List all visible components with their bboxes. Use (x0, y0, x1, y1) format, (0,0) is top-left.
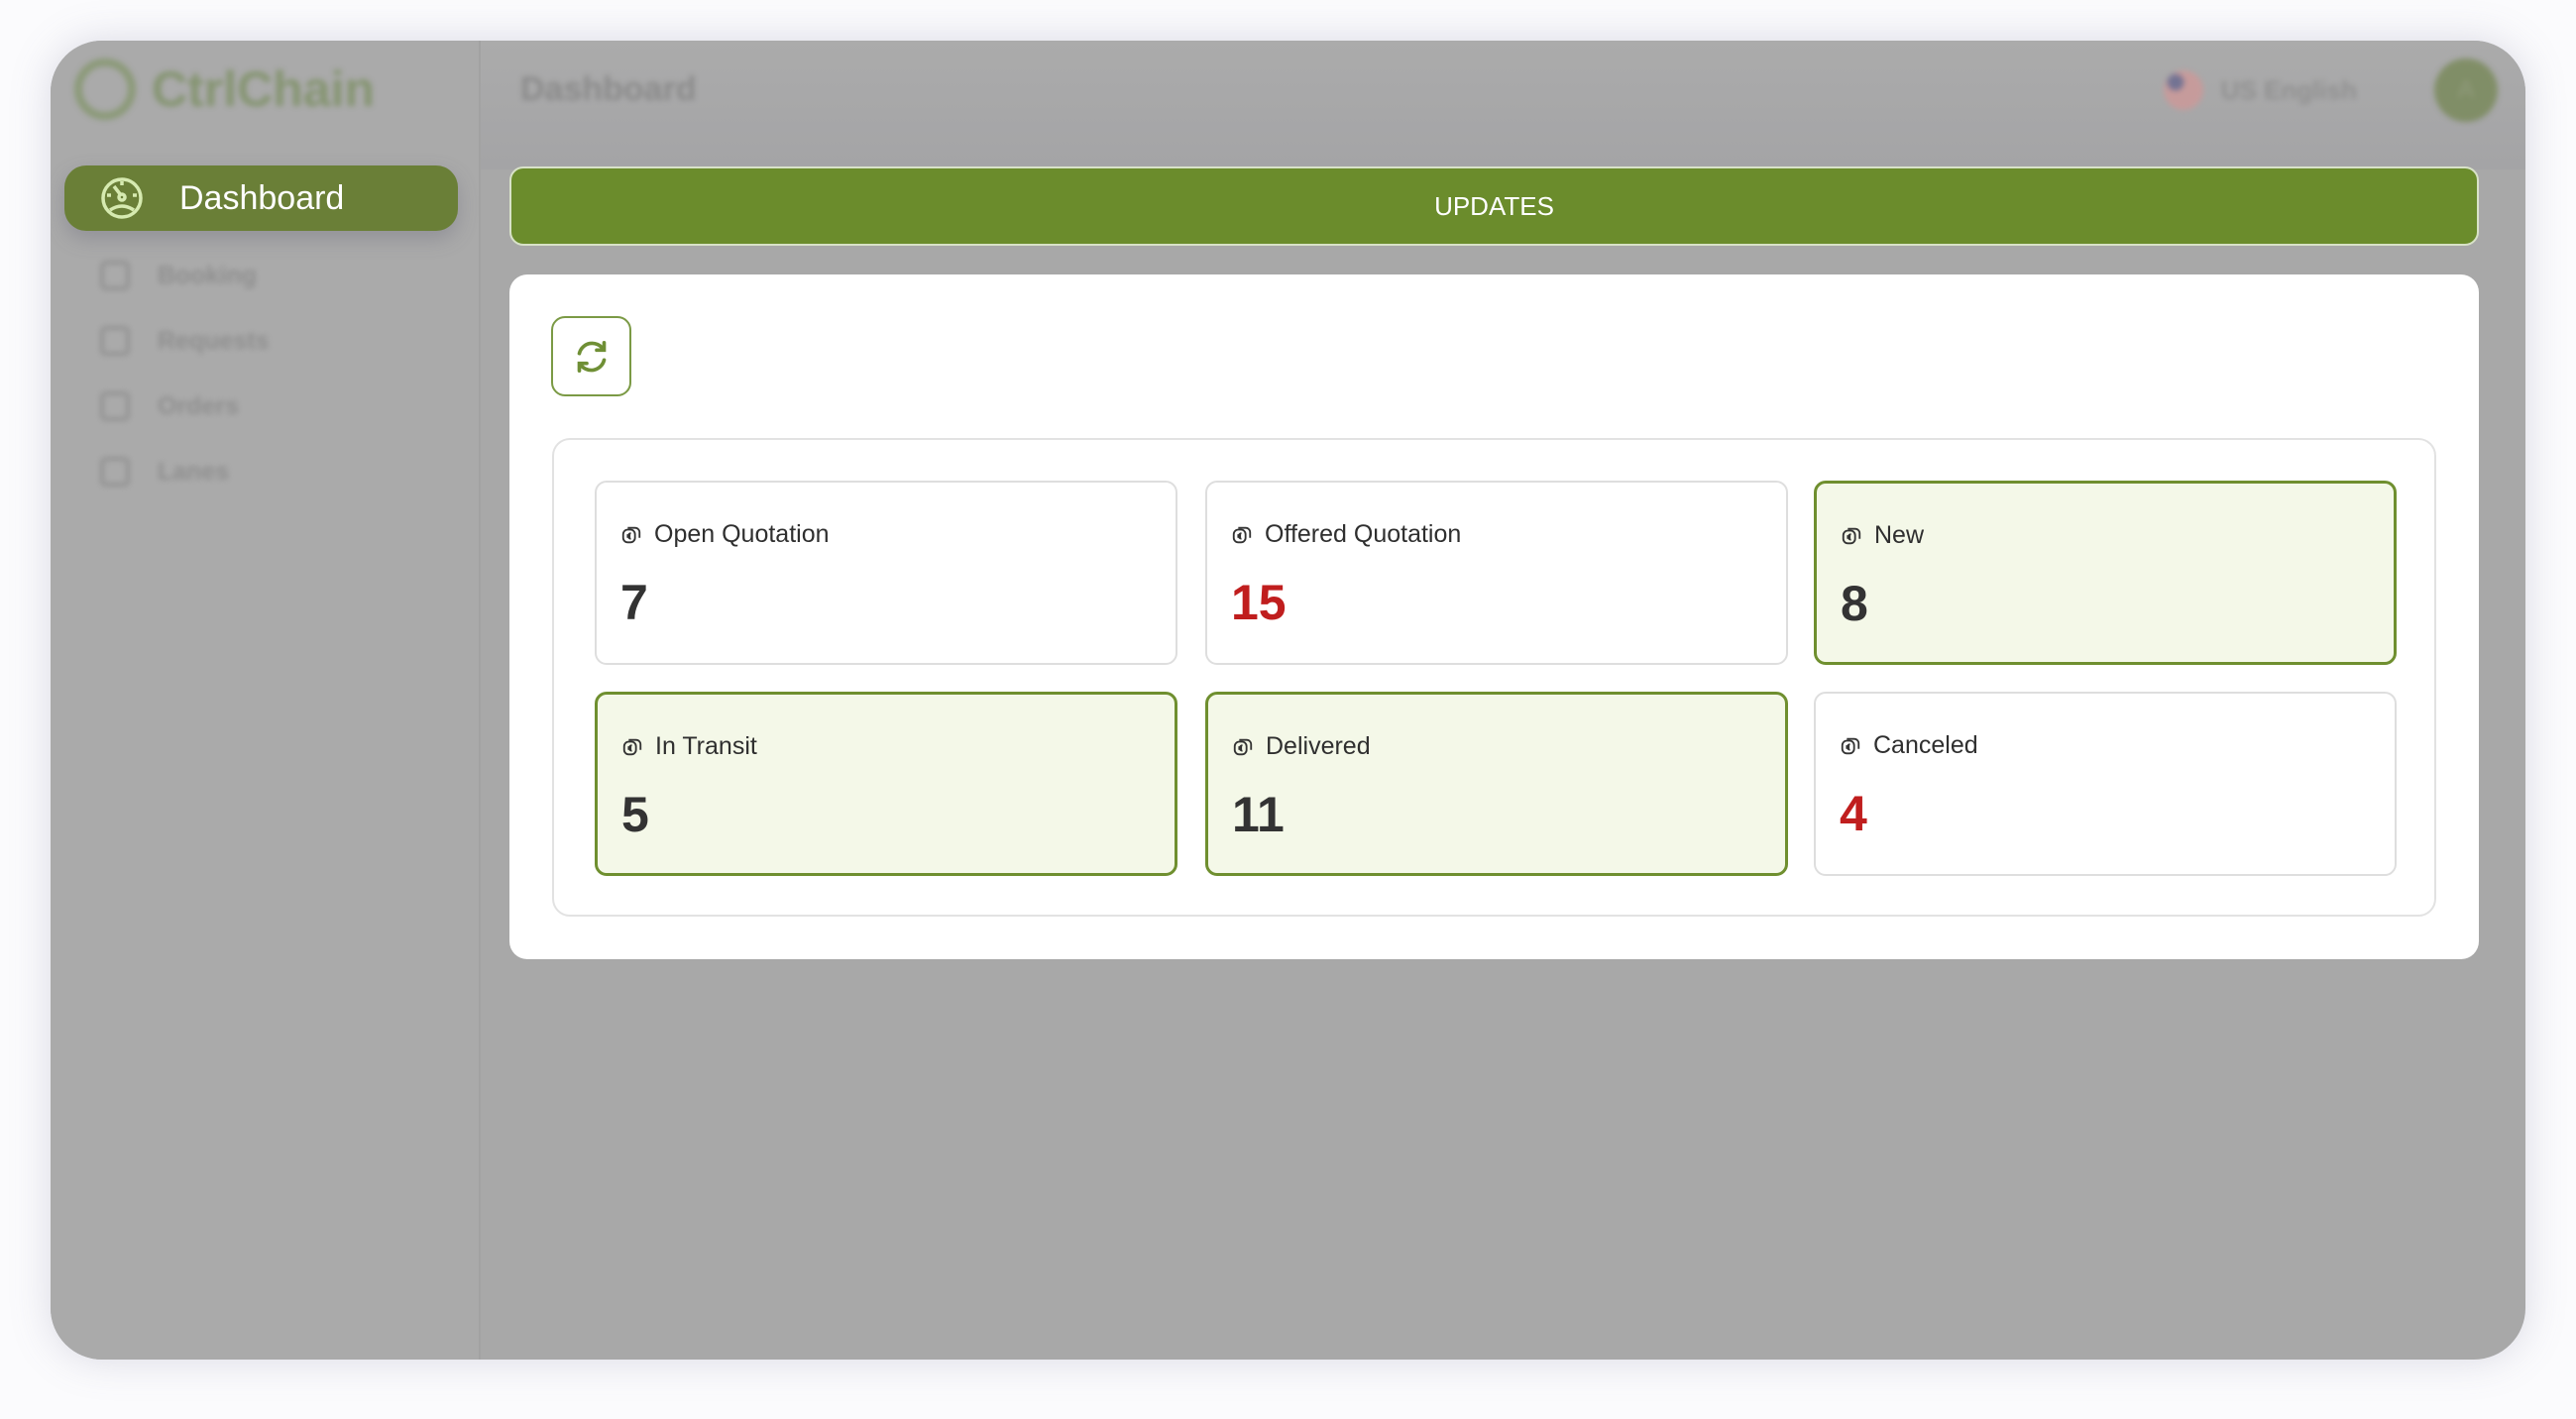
status-card-offered-quotation[interactable]: Offered Quotation 15 (1205, 481, 1788, 665)
sidebar-item-requests[interactable]: Requests (100, 326, 270, 356)
us-flag-icon (2163, 70, 2203, 110)
logo-icon (74, 58, 136, 120)
card-label: Open Quotation (620, 520, 830, 549)
requests-icon (100, 326, 130, 356)
language-label: US English (2220, 74, 2357, 105)
card-value: 5 (621, 787, 649, 842)
updates-panel: Open Quotation 7 Offered Quotation 15 New 8 In… (509, 274, 2479, 959)
orders-icon (100, 391, 130, 421)
logo[interactable]: CtrlChain (74, 58, 375, 120)
status-card-open-quotation[interactable]: Open Quotation 7 (595, 481, 1177, 665)
header: Dashboard US English A (481, 41, 2525, 169)
quotation-icon (621, 526, 641, 543)
card-label-text: Canceled (1873, 731, 1978, 759)
card-label-text: In Transit (655, 732, 757, 760)
card-value: 4 (1840, 786, 1867, 841)
sidebar-item-lanes[interactable]: Lanes (100, 457, 229, 487)
status-card-in-transit[interactable]: In Transit 5 (595, 692, 1177, 876)
card-value: 8 (1841, 576, 1868, 631)
card-value: 11 (1232, 787, 1285, 842)
app-window: CtrlChain Dashboard Booking Requests Ord… (51, 41, 2525, 1360)
quotation-icon (1233, 738, 1253, 755)
sidebar-item-label: Dashboard (179, 178, 345, 217)
refresh-button[interactable] (551, 316, 631, 396)
sidebar-item-label: Lanes (158, 457, 230, 486)
lanes-icon (100, 457, 130, 487)
updates-title: UPDATES (1434, 190, 1554, 221)
card-label-text: New (1874, 521, 1925, 549)
refresh-icon (577, 340, 606, 373)
status-card-delivered[interactable]: Delivered 11 (1205, 692, 1788, 876)
quotation-icon (1842, 527, 1861, 544)
booking-icon (100, 261, 130, 290)
quotation-icon (1841, 737, 1860, 754)
card-label: Delivered (1232, 732, 1371, 761)
status-card-canceled[interactable]: Canceled 4 (1814, 692, 2397, 876)
card-label: New (1841, 521, 1924, 550)
card-value: 15 (1231, 575, 1287, 630)
card-value: 7 (620, 575, 648, 630)
sidebar-item-label: Requests (158, 326, 270, 355)
page-title: Dashboard (520, 70, 697, 108)
card-label-text: Open Quotation (654, 520, 830, 548)
gauge-icon (101, 177, 143, 219)
quotation-icon (1232, 526, 1252, 543)
avatar-initial: A (2457, 76, 2474, 103)
status-grid: Open Quotation 7 Offered Quotation 15 New 8 In… (552, 438, 2436, 917)
sidebar-item-booking[interactable]: Booking (100, 261, 257, 290)
app-name: CtrlChain (152, 61, 375, 117)
sidebar-item-orders[interactable]: Orders (100, 391, 239, 421)
avatar[interactable]: A (2434, 58, 2498, 122)
quotation-icon (622, 738, 642, 755)
sidebar-item-label: Booking (158, 261, 257, 289)
card-label-text: Delivered (1266, 732, 1371, 760)
status-card-new[interactable]: New 8 (1814, 481, 2397, 665)
language-selector[interactable]: US English (2163, 70, 2357, 110)
card-label-text: Offered Quotation (1265, 520, 1462, 548)
sidebar: CtrlChain Dashboard Booking Requests Ord… (51, 41, 481, 1360)
card-label: Canceled (1840, 731, 1978, 760)
sidebar-item-dashboard[interactable]: Dashboard (64, 165, 458, 231)
card-label: In Transit (621, 732, 757, 761)
card-label: Offered Quotation (1231, 520, 1461, 549)
updates-banner: UPDATES (509, 166, 2479, 246)
sidebar-item-label: Orders (158, 391, 239, 420)
